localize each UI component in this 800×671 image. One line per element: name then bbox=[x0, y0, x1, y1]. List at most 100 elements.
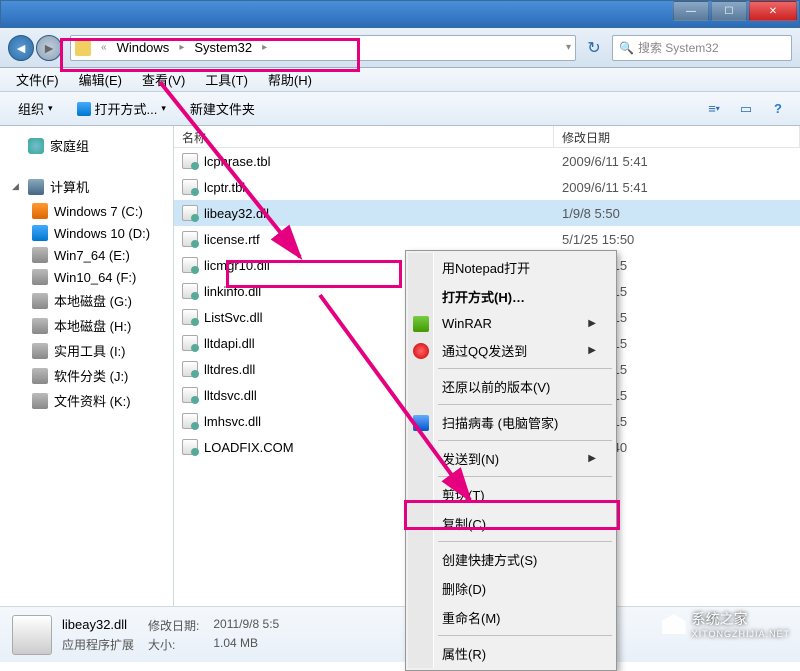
column-name[interactable]: 名称 bbox=[174, 126, 554, 147]
ctx-send-to[interactable]: 发送到(N)▶ bbox=[408, 444, 614, 473]
ctx-open-notepad[interactable]: 用Notepad打开 bbox=[408, 253, 614, 282]
drive-icon bbox=[32, 203, 48, 219]
watermark-logo-icon bbox=[662, 614, 686, 634]
drive-icon bbox=[32, 368, 48, 384]
file-type-icon bbox=[12, 615, 52, 655]
organize-button[interactable]: 组织 ▾ bbox=[8, 95, 63, 122]
ctx-create-shortcut[interactable]: 创建快捷方式(S) bbox=[408, 545, 614, 574]
file-name: LOADFIX.COM bbox=[204, 440, 294, 455]
breadcrumb-item[interactable]: Windows bbox=[113, 38, 174, 57]
sidebar-label: 计算机 bbox=[50, 177, 89, 196]
menu-view[interactable]: 查看(V) bbox=[132, 68, 195, 91]
file-name: lltdsvc.dll bbox=[204, 388, 257, 403]
forward-button[interactable]: ► bbox=[36, 35, 62, 61]
ctx-properties[interactable]: 属性(R) bbox=[408, 639, 614, 668]
details-date: 2011/9/8 5:5 bbox=[213, 617, 279, 634]
ctx-restore-version[interactable]: 还原以前的版本(V) bbox=[408, 372, 614, 401]
window-titlebar: — ☐ ✕ bbox=[0, 0, 800, 28]
ctx-cut[interactable]: 剪切(T) bbox=[408, 480, 614, 509]
newfolder-button[interactable]: 新建文件夹 bbox=[180, 95, 265, 122]
file-icon bbox=[182, 309, 198, 325]
drive-label: 文件资料 (K:) bbox=[54, 391, 131, 410]
sidebar-computer[interactable]: ◢ 计算机 bbox=[0, 173, 173, 200]
menu-edit[interactable]: 编辑(E) bbox=[69, 68, 132, 91]
submenu-arrow-icon: ▶ bbox=[588, 453, 596, 464]
menu-bar: 文件(F) 编辑(E) 查看(V) 工具(T) 帮助(H) bbox=[0, 68, 800, 92]
menu-help[interactable]: 帮助(H) bbox=[258, 68, 322, 91]
homegroup-icon bbox=[28, 138, 44, 154]
drive-label: Windows 7 (C:) bbox=[54, 204, 143, 219]
drive-label: 本地磁盘 (G:) bbox=[54, 291, 132, 310]
file-row[interactable]: lcptr.tbl 2009/6/11 5:41 bbox=[174, 174, 800, 200]
file-icon bbox=[182, 257, 198, 273]
file-icon bbox=[182, 283, 198, 299]
sidebar-drive-item[interactable]: 本地磁盘 (H:) bbox=[0, 313, 173, 338]
breadcrumb[interactable]: « Windows ▸ System32 ▸ ▾ bbox=[70, 35, 576, 61]
sidebar-drive-item[interactable]: 软件分类 (J:) bbox=[0, 363, 173, 388]
ctx-rename[interactable]: 重命名(M) bbox=[408, 603, 614, 632]
file-row[interactable]: license.rtf5/1/25 15:50 bbox=[174, 226, 800, 252]
app-icon bbox=[77, 102, 91, 116]
view-options-button[interactable]: ≡ ▾ bbox=[700, 98, 728, 120]
sidebar-drive-item[interactable]: 本地磁盘 (G:) bbox=[0, 288, 173, 313]
sidebar-drive-item[interactable]: 实用工具 (I:) bbox=[0, 338, 173, 363]
drive-label: Windows 10 (D:) bbox=[54, 226, 150, 241]
minimize-button[interactable]: — bbox=[673, 1, 709, 21]
column-date[interactable]: 修改日期 bbox=[554, 126, 800, 147]
maximize-button[interactable]: ☐ bbox=[711, 1, 747, 21]
column-headers: 名称 修改日期 bbox=[174, 126, 800, 148]
file-date: 1/9/8 5:50 bbox=[554, 206, 800, 221]
sidebar-homegroup[interactable]: 家庭组 bbox=[0, 132, 173, 159]
ctx-qq-send[interactable]: 通过QQ发送到▶ bbox=[408, 336, 614, 365]
file-name: license.rtf bbox=[204, 232, 260, 247]
file-name: libeay32.dll bbox=[204, 206, 269, 221]
sidebar-drive-item[interactable]: Windows 10 (D:) bbox=[0, 222, 173, 244]
menu-file[interactable]: 文件(F) bbox=[6, 68, 69, 91]
breadcrumb-item[interactable]: System32 bbox=[190, 38, 256, 57]
back-button[interactable]: ◄ bbox=[8, 35, 34, 61]
openwith-button[interactable]: 打开方式... ▾ bbox=[67, 95, 176, 122]
file-date: 2009/6/11 5:41 bbox=[554, 180, 800, 195]
details-filename: libeay32.dll bbox=[62, 617, 134, 634]
file-name: lmhsvc.dll bbox=[204, 414, 261, 429]
drive-label: Win7_64 (E:) bbox=[54, 248, 130, 263]
close-button[interactable]: ✕ bbox=[749, 1, 797, 21]
drive-label: Win10_64 (F:) bbox=[54, 270, 136, 285]
sidebar-label: 家庭组 bbox=[50, 136, 89, 155]
preview-pane-button[interactable]: ▭ bbox=[732, 98, 760, 120]
file-name: licmgr10.dll bbox=[204, 258, 270, 273]
winrar-icon bbox=[413, 316, 429, 332]
submenu-arrow-icon: ▶ bbox=[588, 318, 596, 329]
ctx-open-with[interactable]: 打开方式(H)… bbox=[408, 282, 614, 311]
sidebar-drive-item[interactable]: 文件资料 (K:) bbox=[0, 388, 173, 413]
file-date: 2009/6/11 5:41 bbox=[554, 154, 800, 169]
file-icon bbox=[182, 205, 198, 221]
drive-label: 实用工具 (I:) bbox=[54, 341, 126, 360]
refresh-button[interactable]: ↻ bbox=[582, 36, 606, 60]
drive-icon bbox=[32, 293, 48, 309]
sidebar-drive-item[interactable]: Windows 7 (C:) bbox=[0, 200, 173, 222]
file-name: lcptr.tbl bbox=[204, 180, 245, 195]
shield-icon bbox=[413, 415, 429, 431]
ctx-scan-virus[interactable]: 扫描病毒 (电脑管家) bbox=[408, 408, 614, 437]
navigation-pane: 家庭组 ◢ 计算机 Windows 7 (C:) Windows 10 (D:) W… bbox=[0, 126, 174, 606]
file-row[interactable]: lcphrase.tbl2009/6/11 5:41 bbox=[174, 148, 800, 174]
drive-icon bbox=[32, 318, 48, 334]
chevron-right-icon: ▸ bbox=[256, 42, 273, 53]
sidebar-drive-item[interactable]: Win7_64 (E:) bbox=[0, 244, 173, 266]
ctx-delete[interactable]: 删除(D) bbox=[408, 574, 614, 603]
ctx-copy[interactable]: 复制(C) bbox=[408, 509, 614, 538]
file-icon bbox=[182, 231, 198, 247]
file-name: lltdres.dll bbox=[204, 362, 255, 377]
details-date-label: 修改日期: bbox=[148, 617, 199, 634]
file-icon bbox=[182, 179, 198, 195]
ctx-winrar[interactable]: WinRAR▶ bbox=[408, 311, 614, 336]
sidebar-drive-item[interactable]: Win10_64 (F:) bbox=[0, 266, 173, 288]
dropdown-icon[interactable]: ▾ bbox=[566, 42, 571, 53]
menu-tools[interactable]: 工具(T) bbox=[195, 68, 258, 91]
file-icon bbox=[182, 335, 198, 351]
file-row[interactable]: libeay32.dll 1/9/8 5:50 bbox=[174, 200, 800, 226]
help-button[interactable]: ? bbox=[764, 98, 792, 120]
search-input[interactable]: 🔍 搜索 System32 bbox=[612, 35, 792, 61]
address-bar-row: ◄ ► « Windows ▸ System32 ▸ ▾ ↻ 🔍 搜索 Syst… bbox=[0, 28, 800, 68]
